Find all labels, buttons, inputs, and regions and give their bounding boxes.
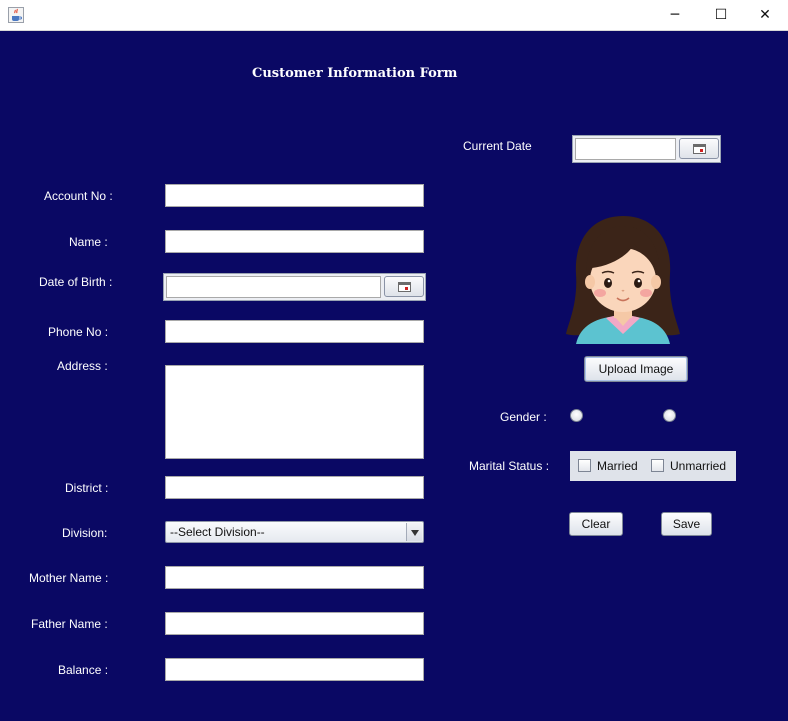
app-window: ─ ☐ ✕ Customer Information Form Current … xyxy=(0,0,788,721)
married-label: Married xyxy=(597,459,638,473)
minimize-button[interactable]: ─ xyxy=(652,0,698,30)
balance-label: Balance : xyxy=(58,663,109,677)
chevron-down-icon xyxy=(406,523,422,541)
close-button[interactable]: ✕ xyxy=(742,0,788,30)
account-no-field[interactable] xyxy=(165,184,424,207)
upload-image-button[interactable]: Upload Image xyxy=(584,356,688,382)
title-bar: ─ ☐ ✕ xyxy=(0,0,788,31)
avatar xyxy=(566,216,680,344)
mother-name-field[interactable] xyxy=(165,566,424,589)
calendar-icon xyxy=(398,282,411,292)
division-select[interactable]: --Select Division-- xyxy=(165,521,424,543)
name-field[interactable] xyxy=(165,230,424,253)
form-title: Customer Information Form xyxy=(252,66,458,81)
district-label: District : xyxy=(65,481,109,495)
dob-calendar-button[interactable] xyxy=(384,276,424,297)
gender-radio-2[interactable] xyxy=(663,409,676,422)
java-cup-icon xyxy=(8,7,24,23)
dob-input[interactable] xyxy=(166,276,381,298)
calendar-icon xyxy=(693,144,706,154)
name-label: Name : xyxy=(69,235,108,249)
division-selected-value: --Select Division-- xyxy=(170,525,265,539)
marital-status-label: Marital Status : xyxy=(469,459,550,473)
phone-label: Phone No : xyxy=(48,325,109,339)
gender-radio-1[interactable] xyxy=(570,409,583,422)
gender-label: Gender : xyxy=(500,410,547,424)
account-no-label: Account No : xyxy=(44,189,113,203)
father-name-label: Father Name : xyxy=(31,617,108,631)
marital-status-panel: Married Unmarried xyxy=(570,451,736,481)
current-date-input[interactable] xyxy=(575,138,676,160)
division-label: Division: xyxy=(62,526,108,540)
address-textarea[interactable] xyxy=(165,365,424,459)
balance-field[interactable] xyxy=(165,658,424,681)
current-date-calendar-button[interactable] xyxy=(679,138,719,159)
dob-date-picker xyxy=(163,273,426,301)
save-button[interactable]: Save xyxy=(661,512,712,536)
address-label: Address : xyxy=(57,359,108,373)
father-name-field[interactable] xyxy=(165,612,424,635)
phone-field[interactable] xyxy=(165,320,424,343)
dob-label: Date of Birth : xyxy=(39,275,113,289)
unmarried-label: Unmarried xyxy=(670,459,727,473)
unmarried-checkbox[interactable] xyxy=(651,459,664,472)
mother-name-label: Mother Name : xyxy=(29,571,109,585)
clear-button[interactable]: Clear xyxy=(569,512,623,536)
current-date-picker xyxy=(572,135,721,163)
district-field[interactable] xyxy=(165,476,424,499)
married-checkbox[interactable] xyxy=(578,459,591,472)
maximize-button[interactable]: ☐ xyxy=(698,0,744,30)
current-date-label: Current Date xyxy=(463,139,532,153)
